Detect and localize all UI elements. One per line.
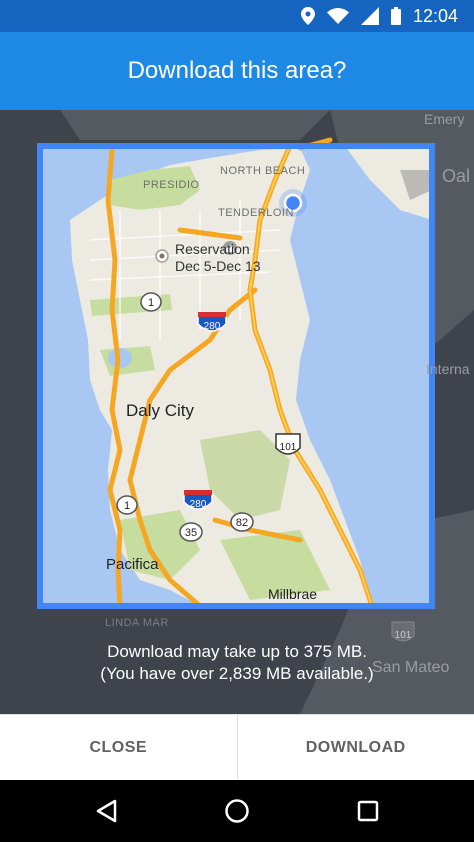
location-icon: [300, 7, 315, 25]
label-reservation-title: Reservation: [175, 241, 250, 257]
download-size-line: Download may take up to 375 MB.: [107, 642, 367, 661]
label-millbrae: Millbrae: [268, 586, 317, 602]
i280-shield-a-top: [198, 312, 226, 317]
dim-land-north: [60, 110, 330, 140]
i280-number-b: 280: [190, 499, 207, 510]
map-view[interactable]: 1 1 280 280 101 101 35 82 NORTH BEACH PR…: [0, 110, 474, 714]
label-daly-city: Daly City: [126, 401, 195, 420]
status-bar: 12:04: [0, 0, 474, 32]
home-button[interactable]: [207, 781, 267, 841]
download-button[interactable]: DOWNLOAD: [236, 715, 474, 780]
back-icon: [96, 799, 116, 823]
label-north-beach: NORTH BEACH: [220, 165, 305, 177]
us101-number-a: 101: [280, 442, 297, 453]
available-space-line: (You have over 2,839 MB available.): [100, 664, 374, 683]
hwy-82-number: 82: [236, 517, 248, 529]
home-icon: [225, 799, 249, 823]
recents-button[interactable]: [338, 781, 398, 841]
back-button[interactable]: [76, 781, 136, 841]
battery-icon: [390, 7, 401, 25]
label-tenderloin: TENDERLOIN: [218, 207, 294, 219]
recents-icon: [358, 800, 379, 822]
signal-icon: [360, 7, 379, 25]
label-linda-mar: LINDA MAR: [105, 617, 169, 629]
wifi-icon: [326, 8, 349, 24]
label-presidio: PRESIDIO: [143, 179, 200, 191]
status-icons: 12:04: [300, 6, 458, 26]
dialog-title: Download this area?: [127, 57, 347, 84]
label-reservation-dates: Dec 5-Dec 13: [175, 258, 261, 274]
label-international: Interna: [426, 361, 470, 377]
label-oakland: Oal: [442, 166, 470, 186]
status-time: 12:04: [412, 6, 458, 26]
dialog-actions: CLOSE DOWNLOAD: [0, 714, 474, 780]
i280-shield-b-top: [184, 490, 212, 495]
reservation-pin-center: [159, 253, 165, 259]
label-pacifica: Pacifica: [106, 556, 159, 573]
close-button[interactable]: CLOSE: [0, 715, 237, 780]
i280-number-a: 280: [204, 321, 221, 332]
label-emeryville: Emery: [424, 111, 464, 127]
download-size-info: Download may take up to 375 MB. (You hav…: [0, 641, 474, 685]
hwy-1-number-a: 1: [148, 297, 154, 309]
hwy-35-number: 35: [185, 527, 197, 539]
dialog-header: Download this area?: [0, 32, 474, 110]
hwy-1-number-b: 1: [124, 500, 130, 512]
system-nav-bar: [0, 780, 474, 842]
us101-number-b: 101: [395, 630, 412, 641]
